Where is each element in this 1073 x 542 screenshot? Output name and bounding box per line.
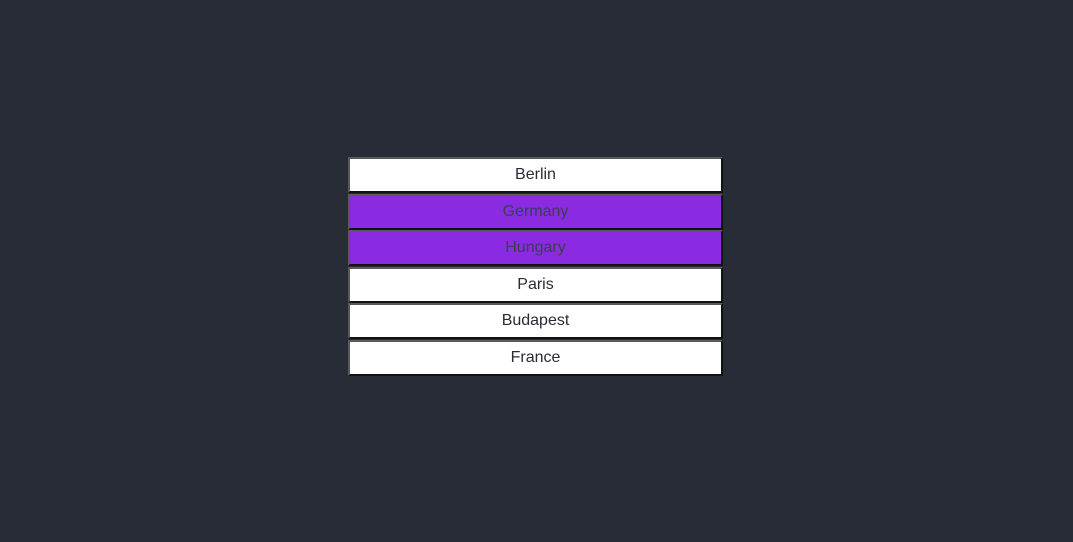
option-button-hungary[interactable]: Hungary xyxy=(348,230,723,267)
option-button-france[interactable]: France xyxy=(348,339,723,376)
matching-button-list: Berlin Germany Hungary Paris Budapest Fr… xyxy=(348,157,723,377)
option-button-berlin[interactable]: Berlin xyxy=(348,157,723,193)
option-button-paris[interactable]: Paris xyxy=(348,266,723,303)
option-button-budapest[interactable]: Budapest xyxy=(348,303,723,340)
option-button-germany[interactable]: Germany xyxy=(348,193,723,230)
